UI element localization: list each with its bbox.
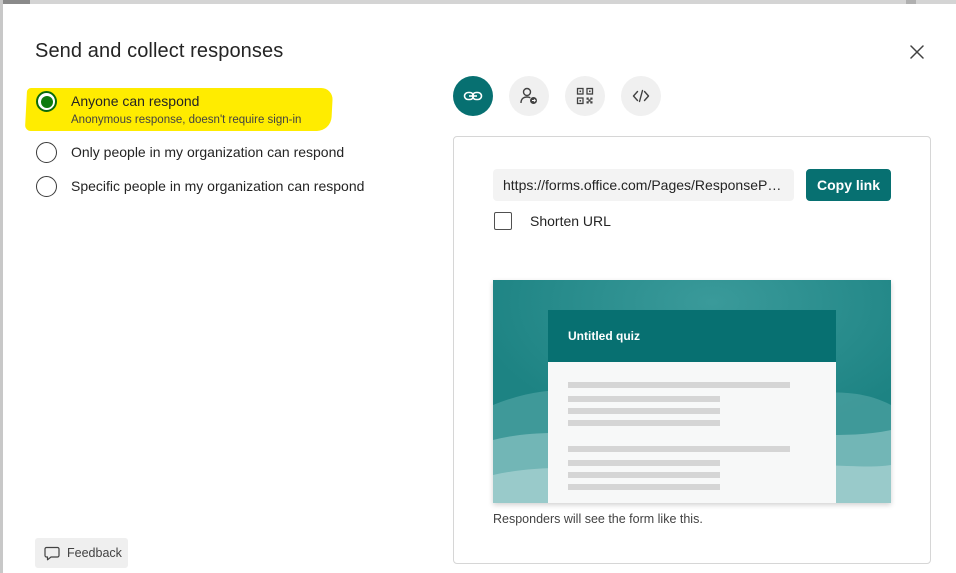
window-top-strip (0, 0, 956, 4)
option-specific-people[interactable]: Specific people in my organization can r… (36, 176, 364, 197)
person-invite-icon (520, 87, 537, 104)
feedback-button[interactable]: Feedback (35, 538, 128, 568)
option-organization[interactable]: Only people in my organization can respo… (36, 142, 344, 163)
option-specific-people-label: Specific people in my organization can r… (71, 178, 365, 194)
preview-caption: Responders will see the form like this. (493, 512, 703, 526)
window-left-edge (0, 0, 3, 573)
dialog-title: Send and collect responses (35, 40, 284, 62)
preview-line (568, 484, 720, 490)
close-icon (910, 45, 924, 59)
comment-icon (44, 546, 60, 560)
option-anyone-sublabel: Anonymous response, doesn't require sign… (71, 114, 302, 126)
radio-anyone[interactable] (36, 91, 57, 112)
embed-code-icon (632, 89, 650, 103)
shorten-url-label: Shorten URL (530, 213, 611, 229)
preview-form-title: Untitled quiz (548, 310, 836, 362)
option-organization-label: Only people in my organization can respo… (71, 144, 345, 160)
preview-line (568, 460, 720, 466)
preview-line (568, 446, 790, 452)
radio-organization[interactable] (36, 142, 57, 163)
preview-form-card: Untitled quiz (548, 310, 836, 503)
tab-qr-code[interactable] (565, 76, 605, 116)
form-preview: Untitled quiz (493, 280, 891, 503)
preview-line (568, 382, 790, 388)
shorten-url-checkbox[interactable] (494, 212, 512, 230)
feedback-label: Feedback (67, 546, 122, 560)
preview-line (568, 408, 720, 414)
preview-line (568, 396, 720, 402)
radio-specific-people[interactable] (36, 176, 57, 197)
preview-line (568, 420, 720, 426)
tab-link[interactable] (453, 76, 493, 116)
share-url-field[interactable]: https://forms.office.com/Pages/ResponseP… (493, 169, 794, 201)
qr-code-icon (576, 87, 594, 105)
tab-embed[interactable] (621, 76, 661, 116)
preview-form-body (548, 362, 836, 503)
close-button[interactable] (905, 40, 929, 64)
tab-invite[interactable] (509, 76, 549, 116)
copy-link-button[interactable]: Copy link (806, 169, 891, 201)
option-anyone[interactable]: Anyone can respond Anonymous response, d… (36, 91, 301, 128)
link-icon (463, 91, 483, 101)
option-anyone-label: Anyone can respond (71, 93, 200, 109)
preview-line (568, 472, 720, 478)
